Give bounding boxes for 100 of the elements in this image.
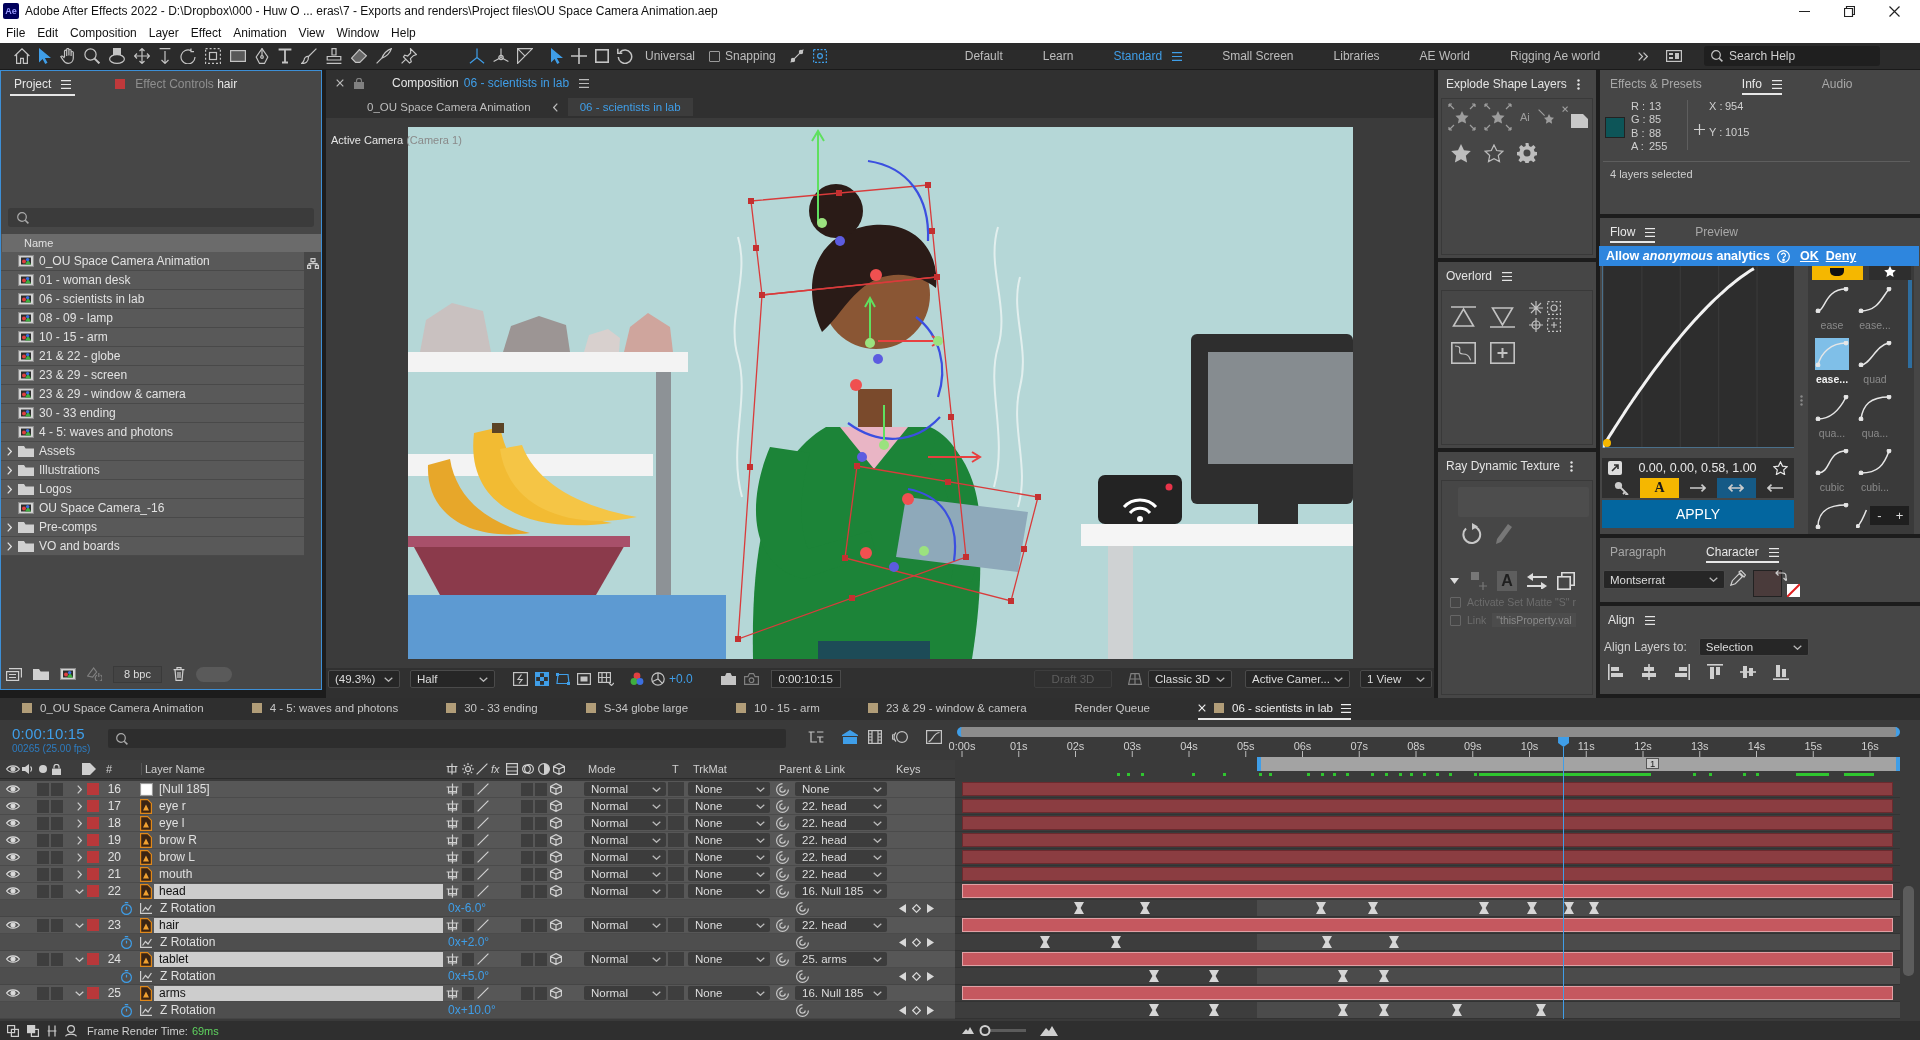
mode-dropdown[interactable]: Normal bbox=[584, 986, 666, 1000]
align-target-dropdown[interactable]: Selection bbox=[1698, 638, 1809, 656]
parent-dropdown[interactable]: 22. head bbox=[795, 799, 887, 813]
keyframe-icon[interactable] bbox=[1039, 936, 1050, 948]
panel-tab[interactable]: Effect Controls hair bbox=[111, 74, 242, 96]
zoom-tool-icon[interactable] bbox=[84, 48, 100, 64]
star-icon[interactable] bbox=[1451, 143, 1471, 163]
align-right-icon[interactable] bbox=[1674, 664, 1690, 680]
orbit-camera-icon[interactable] bbox=[109, 48, 125, 64]
hand-tool-icon[interactable] bbox=[60, 48, 75, 64]
key-icon[interactable] bbox=[1613, 481, 1629, 495]
switch-toggle[interactable] bbox=[462, 918, 474, 932]
solo-toggle[interactable] bbox=[37, 816, 49, 830]
preserve-transparency-toggle[interactable] bbox=[668, 884, 684, 898]
scale-icon[interactable] bbox=[595, 49, 609, 63]
caret-icon[interactable] bbox=[756, 956, 765, 962]
menu-item[interactable]: Animation bbox=[227, 25, 293, 40]
switch-toggle[interactable] bbox=[521, 918, 533, 932]
caret-icon[interactable] bbox=[756, 990, 765, 996]
search-icon[interactable] bbox=[17, 211, 29, 224]
roto-brush-icon[interactable] bbox=[376, 48, 392, 64]
star-icon[interactable] bbox=[1884, 266, 1896, 277]
eye-icon[interactable] bbox=[6, 818, 20, 828]
mode-dropdown[interactable]: Normal bbox=[584, 782, 666, 796]
lock-toggle[interactable] bbox=[51, 918, 63, 932]
timeline-tab[interactable]: 4 - 5: waves and photons bbox=[251, 698, 399, 720]
path-frame-icon[interactable] bbox=[1451, 342, 1476, 364]
trash-icon[interactable] bbox=[172, 667, 185, 681]
caret-icon[interactable] bbox=[873, 888, 882, 894]
chevron-left-icon[interactable] bbox=[552, 102, 558, 112]
camera-icon[interactable] bbox=[720, 673, 736, 685]
keyframe-icon[interactable] bbox=[1367, 902, 1378, 914]
solo-toggle[interactable] bbox=[37, 867, 49, 881]
panel-tab[interactable]: Effects & Presets bbox=[1610, 73, 1702, 95]
preserve-transparency-toggle[interactable] bbox=[668, 850, 684, 864]
keyframe-icon[interactable] bbox=[1208, 1004, 1219, 1016]
stopwatch-icon[interactable] bbox=[120, 901, 133, 915]
panel-tab[interactable]: Composition 06 - scientists in lab bbox=[392, 76, 570, 90]
caret-icon[interactable] bbox=[756, 888, 765, 894]
parent-dropdown[interactable]: 22. head bbox=[795, 833, 887, 847]
caret-icon[interactable] bbox=[873, 803, 882, 809]
axis-icon[interactable] bbox=[469, 48, 485, 64]
switch-toggle[interactable] bbox=[462, 986, 474, 1000]
chevron-right-icon[interactable] bbox=[76, 784, 82, 794]
eye-icon[interactable] bbox=[6, 954, 20, 964]
caret-icon[interactable] bbox=[873, 854, 882, 860]
project-item[interactable]: 0_OU Space Camera Animation bbox=[1, 252, 304, 271]
menu-item[interactable]: View bbox=[292, 25, 331, 40]
mode-dropdown[interactable]: Normal bbox=[584, 850, 666, 864]
menu-item[interactable]: Layer bbox=[142, 25, 185, 40]
type-tool-icon[interactable] bbox=[278, 48, 292, 64]
folder-icon[interactable] bbox=[33, 668, 49, 680]
caret-icon[interactable] bbox=[1334, 676, 1343, 682]
more-icon[interactable] bbox=[1569, 460, 1573, 472]
stopwatch-icon[interactable] bbox=[120, 935, 133, 949]
timeline-tab[interactable]: 0_OU Space Camera Animation bbox=[22, 698, 204, 720]
keyframe-icon[interactable] bbox=[1388, 936, 1399, 948]
comp-flowchart-icon[interactable] bbox=[7, 1024, 19, 1037]
keyframe-diamond-icon[interactable] bbox=[912, 1005, 921, 1015]
preserve-transparency-toggle[interactable] bbox=[668, 833, 684, 847]
eraser-tool-icon[interactable] bbox=[351, 49, 367, 63]
switch-toggle[interactable] bbox=[521, 952, 533, 966]
crosshair-icon[interactable] bbox=[1529, 318, 1543, 332]
lock-toggle[interactable] bbox=[51, 986, 63, 1000]
label-color-icon[interactable] bbox=[87, 851, 99, 863]
caret-icon[interactable] bbox=[652, 990, 661, 996]
layer-name[interactable]: hair bbox=[154, 917, 443, 933]
switch-toggle[interactable] bbox=[462, 867, 474, 881]
caret-icon[interactable] bbox=[652, 786, 661, 792]
composition-icon[interactable] bbox=[60, 668, 76, 680]
stopwatch-icon[interactable] bbox=[120, 1003, 133, 1017]
mode-dropdown[interactable]: Normal bbox=[584, 884, 666, 898]
switch-toggle[interactable] bbox=[535, 850, 547, 864]
layer-name[interactable]: mouth bbox=[154, 866, 443, 882]
solo-toggle[interactable] bbox=[37, 918, 49, 932]
ground-plane-icon[interactable] bbox=[1128, 673, 1142, 685]
search-field[interactable] bbox=[108, 729, 786, 748]
next-keyframe-icon[interactable] bbox=[927, 971, 934, 981]
pan-camera-icon[interactable] bbox=[134, 48, 150, 64]
lock-toggle[interactable] bbox=[51, 952, 63, 966]
keyframe-icon[interactable] bbox=[1208, 970, 1219, 982]
layer-switches-icon[interactable] bbox=[27, 1024, 39, 1037]
lock-toggle[interactable] bbox=[51, 884, 63, 898]
switch-toggle[interactable] bbox=[521, 816, 533, 830]
project-item[interactable]: 01 - woman desk bbox=[1, 271, 304, 290]
eye-icon[interactable] bbox=[6, 801, 20, 811]
project-item[interactable]: Assets bbox=[1, 442, 304, 461]
previous-keyframe-icon[interactable] bbox=[899, 937, 906, 947]
3d-cube-icon[interactable] bbox=[550, 817, 562, 829]
add-frame-icon[interactable] bbox=[1547, 318, 1561, 332]
switch-toggle[interactable] bbox=[521, 782, 533, 796]
preserve-transparency-toggle[interactable] bbox=[668, 918, 684, 932]
composition-marker[interactable]: 1 bbox=[1646, 758, 1660, 769]
stopwatch-icon[interactable] bbox=[120, 969, 133, 983]
pick-whip-icon[interactable] bbox=[796, 969, 809, 983]
switch-toggle[interactable] bbox=[535, 884, 547, 898]
minimize-icon[interactable] bbox=[1799, 10, 1810, 12]
curve-graph[interactable] bbox=[1602, 266, 1794, 448]
graph-icon[interactable] bbox=[140, 970, 152, 982]
pick-whip-icon[interactable] bbox=[796, 935, 809, 949]
